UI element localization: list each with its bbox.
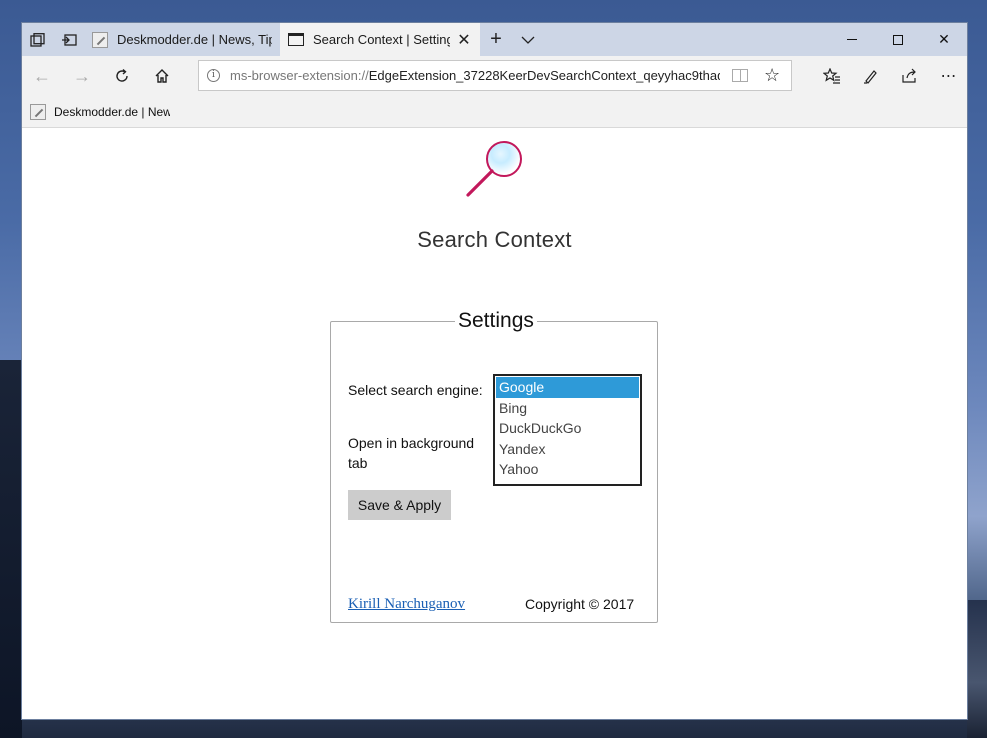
close-tab-icon[interactable]: ✕ [456, 30, 472, 50]
favorite-label: Deskmodder.de | News [54, 104, 170, 119]
chevron-down-icon [521, 36, 535, 44]
url-text[interactable]: ms-browser-extension://EdgeExtension_372… [230, 68, 720, 83]
web-note-button[interactable] [851, 58, 890, 94]
engine-option-duckduckgo[interactable]: DuckDuckGo [496, 418, 639, 439]
favorites-bar: Deskmodder.de | News [22, 96, 967, 128]
info-icon[interactable]: i [207, 69, 220, 82]
save-apply-button[interactable]: Save & Apply [348, 490, 451, 520]
minimize-icon [847, 39, 857, 40]
share-icon [902, 68, 916, 83]
forward-button[interactable]: → [62, 58, 102, 94]
window-controls: ✕ [829, 23, 967, 56]
hub-button[interactable] [812, 58, 851, 94]
favorites-hub-icon [822, 68, 840, 84]
favorite-item-deskmodder[interactable]: Deskmodder.de | News [30, 103, 170, 120]
more-button[interactable]: ⋯ [929, 58, 967, 94]
tab-title: Search Context | Settings [313, 32, 450, 47]
background-tab-label[interactable]: Open in background tab [348, 433, 488, 473]
minimize-button[interactable] [829, 23, 875, 56]
refresh-icon [116, 68, 128, 82]
home-button[interactable] [142, 58, 182, 94]
site-favicon-icon [30, 103, 46, 120]
desktop-background-trees [0, 360, 22, 738]
page-icon [288, 33, 304, 46]
maximize-button[interactable] [875, 23, 921, 56]
reading-view-icon[interactable] [732, 69, 748, 82]
author-link[interactable]: Kirill Narchuganov [348, 596, 465, 613]
tab-bar: Deskmodder.de | News, Tipps Search Conte… [22, 23, 967, 56]
url-scheme: ms-browser-extension:// [230, 68, 369, 83]
pen-icon [863, 70, 877, 84]
arrow-right-icon: → [73, 65, 91, 86]
tab-title: Deskmodder.de | News, Tipps [117, 32, 272, 47]
star-icon[interactable]: ☆ [764, 65, 780, 86]
engine-option-bing[interactable]: Bing [496, 398, 639, 419]
engine-option-google[interactable]: Google [496, 377, 639, 398]
refresh-button[interactable] [102, 58, 142, 94]
tab-preview-icon [61, 33, 77, 46]
set-tabs-aside-button[interactable] [22, 23, 53, 56]
search-engine-label: Select search engine: [348, 382, 483, 398]
magnifier-logo-icon [466, 141, 522, 197]
close-window-button[interactable]: ✕ [921, 23, 967, 56]
plus-icon: + [490, 28, 502, 50]
url-path: EdgeExtension_37228KeerDevSearchContext_… [368, 68, 720, 83]
settings-legend: Settings [458, 309, 534, 332]
new-tab-button[interactable]: + [480, 23, 512, 56]
back-button[interactable]: ← [22, 58, 62, 94]
app-title: Search Context [417, 227, 572, 252]
maximize-icon [893, 34, 903, 45]
browser-window: Deskmodder.de | News, Tipps Search Conte… [21, 22, 968, 720]
toolbar-right: ⋯ [812, 56, 967, 96]
more-dots-icon: ⋯ [940, 68, 957, 85]
tab-search-context[interactable]: Search Context | Settings ✕ [280, 23, 480, 56]
navigation-bar: ← → i ms-browser-extension://EdgeExtensi… [22, 56, 967, 96]
extension-settings-page: Search Context Settings Select search en… [22, 129, 967, 719]
tabs-aside-icon [30, 32, 45, 47]
tab-deskmodder[interactable]: Deskmodder.de | News, Tipps [84, 23, 280, 56]
search-engine-listbox[interactable]: Google Bing DuckDuckGo Yandex Yahoo [493, 374, 642, 486]
copyright-text: Copyright © 2017 [525, 596, 635, 612]
show-tabs-aside-button[interactable] [53, 23, 84, 56]
site-favicon-icon [92, 31, 108, 48]
share-button[interactable] [890, 58, 929, 94]
address-bar[interactable]: i ms-browser-extension://EdgeExtension_3… [198, 60, 792, 91]
tab-previews-button[interactable] [512, 23, 544, 56]
settings-panel: Settings Select search engine: Google Bi… [330, 309, 658, 623]
close-icon: ✕ [938, 31, 950, 47]
desktop-background-water [967, 600, 987, 738]
engine-option-yahoo[interactable]: Yahoo [496, 459, 639, 480]
arrow-left-icon: ← [33, 65, 51, 86]
engine-option-yandex[interactable]: Yandex [496, 439, 639, 460]
home-icon [155, 69, 169, 83]
